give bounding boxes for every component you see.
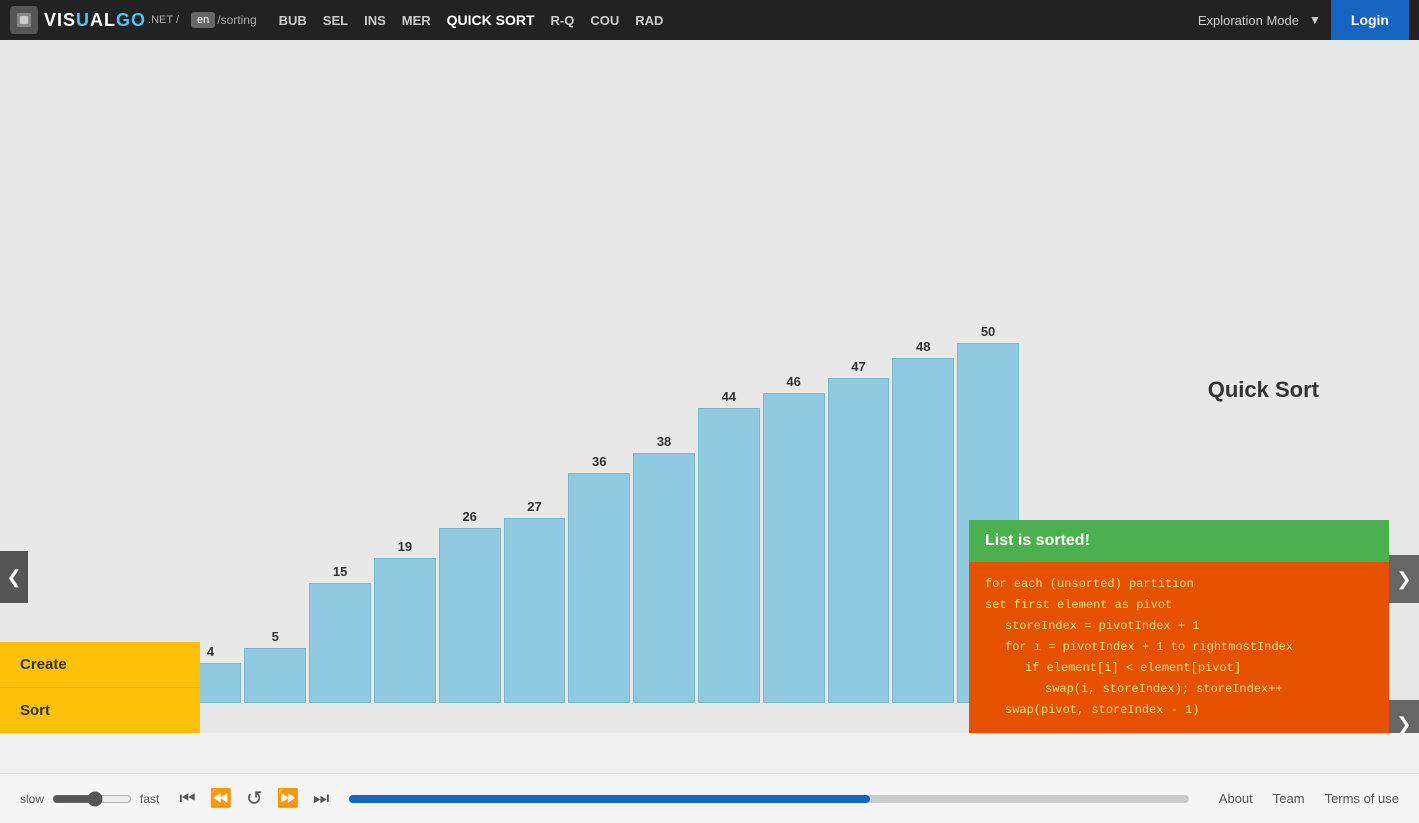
left-nav-arrow[interactable]: ❮ bbox=[0, 551, 28, 603]
speed-slow-label: slow bbox=[20, 792, 44, 806]
code-line: set first element as pivot bbox=[985, 595, 1373, 616]
bar-item: 27 bbox=[504, 499, 566, 703]
nav-ins[interactable]: INS bbox=[360, 11, 390, 30]
create-button[interactable]: Create bbox=[0, 642, 200, 688]
nav-links: BUB SEL INS MER QUICK SORT R-Q COU RAD bbox=[275, 10, 668, 30]
bar-label: 36 bbox=[592, 454, 606, 469]
bar-item: 44 bbox=[698, 389, 760, 703]
bar-item: 36 bbox=[568, 454, 630, 703]
nav-rq[interactable]: R-Q bbox=[547, 11, 579, 30]
bar-label: 44 bbox=[722, 389, 736, 404]
status-bar: List is sorted! bbox=[969, 520, 1389, 562]
logo-icon bbox=[10, 6, 38, 34]
nav-quick[interactable]: QUICK SORT bbox=[443, 10, 539, 30]
bar-item: 15 bbox=[309, 564, 371, 703]
code-line: if element[i] < element[pivot] bbox=[985, 658, 1373, 679]
nav-sel[interactable]: SEL bbox=[319, 11, 352, 30]
bar-label: 47 bbox=[851, 359, 865, 374]
header-right: Exploration Mode ▼ Login bbox=[1198, 0, 1409, 40]
bar-rect bbox=[374, 558, 436, 703]
info-panel: List is sorted! for each (unsorted) part… bbox=[969, 520, 1389, 733]
bar-item: 38 bbox=[633, 434, 695, 703]
bar-rect bbox=[244, 648, 306, 703]
login-button[interactable]: Login bbox=[1331, 0, 1409, 40]
logo-net: .NET / bbox=[148, 14, 179, 26]
bar-label: 46 bbox=[786, 374, 800, 389]
bar-item: 5 bbox=[244, 629, 306, 703]
bar-item: 48 bbox=[892, 339, 954, 703]
bar-label: 5 bbox=[272, 629, 279, 644]
code-line: swap(pivot, storeIndex - 1) bbox=[985, 700, 1373, 721]
exploration-mode[interactable]: Exploration Mode bbox=[1198, 13, 1299, 28]
logo-area: VISUALGO .NET / bbox=[10, 6, 179, 34]
panel-next-arrow[interactable]: ❯ bbox=[1389, 555, 1419, 603]
speed-fast-label: fast bbox=[140, 792, 159, 806]
about-link[interactable]: About bbox=[1219, 791, 1253, 806]
bar-rect bbox=[439, 528, 501, 703]
bar-label: 48 bbox=[916, 339, 930, 354]
progress-bar[interactable] bbox=[349, 795, 1188, 803]
terms-link[interactable]: Terms of use bbox=[1325, 791, 1399, 806]
bottom-left-panel: Create Sort bbox=[0, 642, 200, 733]
nav-mer[interactable]: MER bbox=[398, 11, 435, 30]
bar-item: 47 bbox=[828, 359, 890, 703]
logo-text: VISUALGO bbox=[44, 10, 146, 31]
bar-rect bbox=[828, 378, 890, 703]
bottom-toolbar: slow fast ⏮ ⏪ ↺ ⏩ ⏭ About Team Terms of … bbox=[0, 773, 1419, 823]
algorithm-title: Quick Sort bbox=[1198, 367, 1359, 413]
bar-rect bbox=[504, 518, 566, 703]
bar-rect bbox=[763, 393, 825, 703]
code-line: for each (unsorted) partition bbox=[985, 574, 1373, 595]
bar-item: 19 bbox=[374, 539, 436, 703]
step-back-button[interactable]: ⏪ bbox=[210, 788, 232, 809]
header: VISUALGO .NET / en /sorting BUB SEL INS … bbox=[0, 0, 1419, 40]
bar-chart: 23451519262736384446474850 bbox=[40, 40, 1019, 733]
nav-bub[interactable]: BUB bbox=[275, 11, 311, 30]
bar-label: 26 bbox=[462, 509, 476, 524]
skip-end-button[interactable]: ⏭ bbox=[313, 788, 329, 809]
code-next-arrow[interactable]: ❯ bbox=[1389, 700, 1419, 733]
status-text: List is sorted! bbox=[985, 532, 1090, 550]
bar-label: 50 bbox=[981, 324, 995, 339]
progress-bar-fill bbox=[349, 795, 869, 803]
progress-section bbox=[349, 795, 1188, 803]
bar-label: 19 bbox=[398, 539, 412, 554]
speed-section: slow fast bbox=[20, 791, 159, 807]
bar-label: 4 bbox=[207, 644, 214, 659]
bar-label: 15 bbox=[333, 564, 347, 579]
lang-badge[interactable]: en bbox=[191, 12, 215, 28]
code-panel: for each (unsorted) partitionset first e… bbox=[969, 562, 1389, 733]
bar-rect bbox=[633, 453, 695, 703]
bar-rect bbox=[568, 473, 630, 703]
code-line: storeIndex = pivotIndex + 1 bbox=[985, 616, 1373, 637]
speed-slider[interactable] bbox=[52, 791, 132, 807]
bar-rect bbox=[892, 358, 954, 703]
skip-start-button[interactable]: ⏮ bbox=[179, 788, 195, 809]
code-line: for i = pivotIndex + 1 to rightmostIndex bbox=[985, 637, 1373, 658]
team-link[interactable]: Team bbox=[1273, 791, 1305, 806]
code-line: swap(i, storeIndex); storeIndex++ bbox=[985, 679, 1373, 700]
bar-item: 26 bbox=[439, 509, 501, 703]
bar-rect bbox=[698, 408, 760, 703]
step-forward-button[interactable]: ⏩ bbox=[277, 788, 299, 809]
sort-button[interactable]: Sort bbox=[0, 688, 200, 733]
bar-label: 38 bbox=[657, 434, 671, 449]
footer-links: About Team Terms of use bbox=[1219, 791, 1399, 806]
main-area: 23451519262736384446474850 Quick Sort Li… bbox=[0, 40, 1419, 733]
bar-item: 46 bbox=[763, 374, 825, 703]
playback-controls: ⏮ ⏪ ↺ ⏩ ⏭ bbox=[179, 786, 329, 811]
bar-label: 27 bbox=[527, 499, 541, 514]
replay-button[interactable]: ↺ bbox=[246, 786, 263, 811]
bar-rect bbox=[309, 583, 371, 703]
path-text: /sorting bbox=[217, 13, 256, 27]
nav-rad[interactable]: RAD bbox=[631, 11, 667, 30]
nav-cou[interactable]: COU bbox=[586, 11, 623, 30]
